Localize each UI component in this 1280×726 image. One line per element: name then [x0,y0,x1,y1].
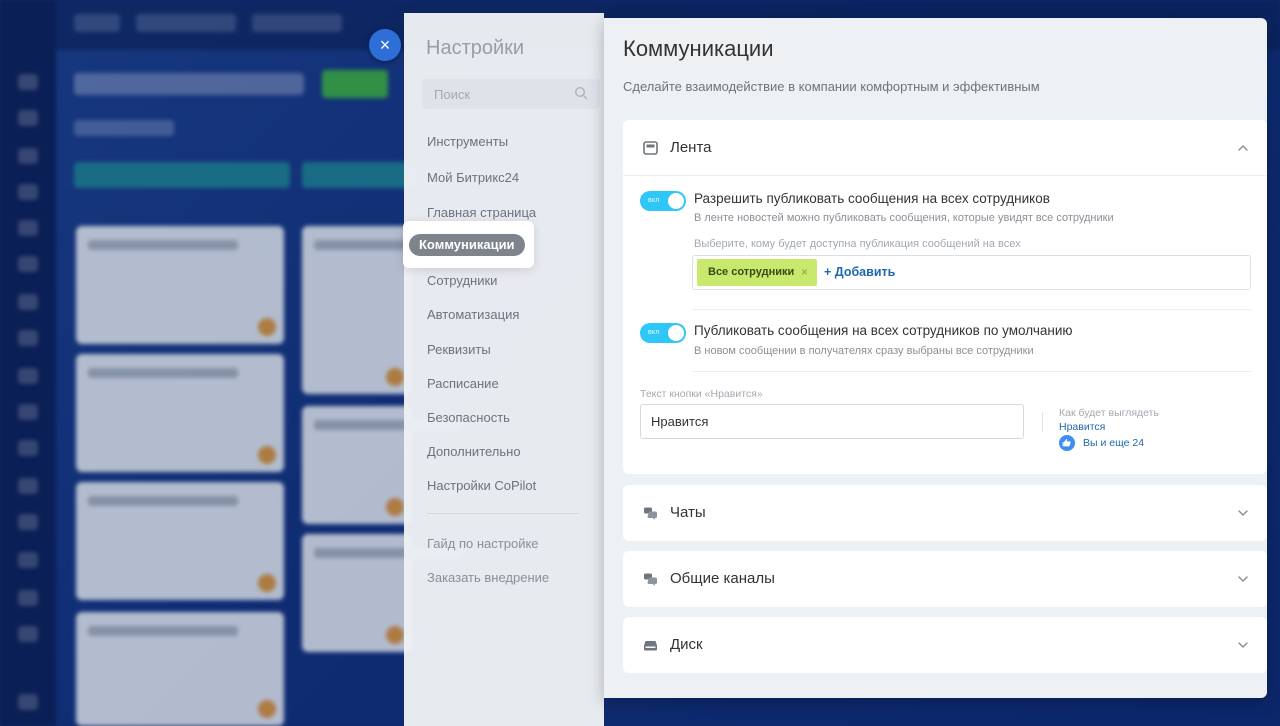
nav-item-communications[interactable]: Коммуникации [409,234,525,256]
publish-default-all-description: В новом сообщении в получателях сразу вы… [694,345,1034,357]
disk-icon [644,641,657,651]
nav-item-additional[interactable]: Дополнительно [427,444,521,459]
like-preview-label: Как будет выглядеть [1059,407,1159,419]
publish-default-all-title: Публиковать сообщения на всех сотруднико… [694,323,1073,338]
allow-publish-all-description: В ленте новостей можно публиковать сообщ… [694,212,1114,224]
chevron-down-icon[interactable] [1237,640,1249,650]
page-subtitle: Сделайте взаимодействие в компании комфо… [623,79,1040,94]
section-disk-title: Диск [670,636,703,653]
nav-item-my-bitrix24[interactable]: Мой Битрикс24 [427,170,519,185]
audience-tag-label: Все сотрудники [708,266,795,278]
background-card [302,406,464,524]
like-button-text-label: Текст кнопки «Нравится» [640,388,763,400]
page-title: Коммуникации [623,36,774,61]
background-create-button [322,70,388,98]
channels-icon [644,573,657,586]
audience-tag-all-employees: Все сотрудники × [697,259,817,286]
toggle-knob [668,193,684,209]
section-feed-title: Лента [670,139,712,156]
chevron-down-icon[interactable] [1237,508,1249,518]
nav-item-requisites[interactable]: Реквизиты [427,342,491,357]
audience-selector[interactable]: Все сотрудники × + Добавить [692,255,1251,290]
background-card [76,612,284,726]
nav-item-tools[interactable]: Инструменты [427,134,508,149]
like-button-text-input[interactable] [640,404,1024,439]
toggle-state-label: вкл [648,197,660,204]
background-left-menu [0,0,56,726]
thumbs-up-icon [1059,435,1075,451]
nav-item-schedule[interactable]: Расписание [427,376,499,391]
nav-item-main-page[interactable]: Главная страница [427,205,536,220]
nav-divider [427,513,579,514]
background-card [76,226,284,344]
close-slider-button[interactable]: × [369,29,401,61]
nav-item-employees[interactable]: Сотрудники [427,273,497,288]
add-audience-link[interactable]: + Добавить [824,265,895,279]
allow-publish-all-toggle[interactable]: вкл [640,191,686,211]
order-implementation-link[interactable]: Заказать внедрение [427,570,549,585]
chevron-down-icon[interactable] [1237,574,1249,584]
background-card [302,226,464,394]
background-column-header [74,162,290,188]
allow-publish-all-title: Разрешить публиковать сообщения на всех … [694,191,1050,206]
section-chats-title: Чаты [670,504,706,521]
settings-sidebar: Настройки Поиск Инструменты Мой Битрикс2… [404,13,604,726]
setup-guide-link[interactable]: Гайд по настройке [427,536,539,551]
like-preview-link: Нравится [1059,421,1106,433]
section-shared-channels-title: Общие каналы [670,570,775,587]
settings-title: Настройки [426,37,525,59]
toggle-state-label: вкл [648,329,660,336]
chevron-up-icon[interactable] [1237,143,1249,153]
row-divider [692,371,1251,372]
background-filter [74,120,174,136]
feed-icon [643,141,658,155]
nav-item-communications-highlight: Коммуникации [403,221,534,268]
row-divider [692,309,1251,310]
close-icon: × [379,35,391,55]
tag-remove-icon[interactable]: × [801,265,808,279]
toggle-knob [668,325,684,341]
nav-item-security[interactable]: Безопасность [427,410,510,425]
chat-icon [644,507,657,520]
nav-item-copilot-settings[interactable]: Настройки CoPilot [427,478,536,493]
preview-separator [1042,412,1043,432]
search-icon[interactable] [574,86,588,100]
section-feed: Лента вкл Разрешить публиковать сообщени… [623,120,1267,474]
audience-hint: Выберите, кому будет доступна публикация… [694,238,1021,250]
section-shared-channels[interactable]: Общие каналы [623,551,1267,607]
search-placeholder: Поиск [434,87,471,102]
section-chats[interactable]: Чаты [623,485,1267,541]
section-feed-header[interactable]: Лента [623,120,1267,176]
background-card [76,482,284,600]
communications-settings-panel: Коммуникации Сделайте взаимодействие в к… [604,18,1267,698]
settings-search-input[interactable]: Поиск [422,79,600,109]
background-card [302,534,464,652]
like-preview-count: Вы и еще 24 [1083,437,1145,449]
background-card [76,354,284,472]
publish-default-all-toggle[interactable]: вкл [640,323,686,343]
nav-item-automation[interactable]: Автоматизация [427,307,519,322]
section-disk[interactable]: Диск [623,617,1267,673]
background-page-title [74,73,304,95]
